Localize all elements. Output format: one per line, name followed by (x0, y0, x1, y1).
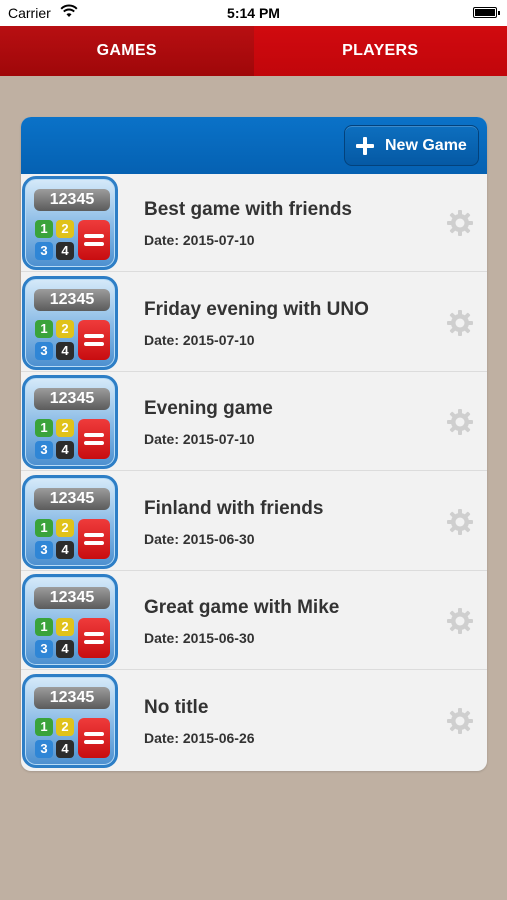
game-app-icon: 12345 1 2 3 4 (22, 574, 118, 668)
panel-header: New Game (21, 117, 487, 174)
game-date: Date: 2015-07-10 (144, 431, 255, 447)
status-bar: Carrier 5:14 PM (0, 0, 507, 26)
equals-icon (78, 518, 110, 559)
equals-icon (78, 220, 110, 260)
icon-tile-2: 2 (56, 220, 74, 238)
icon-digits: 12345 (34, 288, 110, 311)
game-row[interactable]: 12345 1 2 3 4 Best game with friends Date: 201… (21, 174, 487, 272)
gear-icon[interactable] (446, 209, 474, 237)
tab-games[interactable]: GAMES (0, 26, 254, 76)
icon-tile-2: 2 (56, 319, 74, 338)
game-date: Date: 2015-06-30 (144, 630, 255, 646)
game-row[interactable]: 12345 1 2 3 4 Evening game Date: 2015-07-10 (21, 373, 487, 471)
new-game-label: New Game (385, 136, 467, 154)
icon-tile-4: 4 (56, 441, 74, 459)
game-date: Date: 2015-07-10 (144, 331, 255, 348)
tab-bar: GAMES PLAYERS (0, 26, 507, 76)
battery-icon (473, 7, 500, 18)
game-title: Best game with friends (144, 199, 352, 220)
icon-tile-1: 1 (35, 419, 53, 437)
icon-tile-1: 1 (35, 618, 53, 636)
icon-tile-2: 2 (56, 618, 74, 636)
game-app-icon: 12345 1 2 3 4 (22, 176, 118, 270)
icon-tile-3: 3 (35, 242, 53, 260)
icon-tile-1: 1 (35, 220, 53, 238)
icon-tile-4: 4 (56, 341, 74, 360)
gear-icon[interactable] (446, 309, 474, 337)
game-app-icon: 12345 1 2 3 4 (22, 673, 118, 768)
gear-icon[interactable] (446, 408, 474, 436)
game-title: Friday evening with UNO (144, 298, 369, 320)
icon-tile-1: 1 (35, 518, 53, 537)
game-date: Date: 2015-07-10 (144, 232, 255, 248)
equals-icon (78, 419, 110, 459)
icon-tile-4: 4 (56, 540, 74, 559)
status-time: 5:14 PM (227, 5, 280, 21)
tab-players[interactable]: PLAYERS (253, 26, 507, 76)
game-app-icon: 12345 1 2 3 4 (22, 474, 118, 569)
icon-tile-2: 2 (56, 717, 74, 736)
game-title: Finland with friends (144, 497, 324, 519)
icon-digits: 12345 (34, 686, 110, 709)
icon-digits: 12345 (34, 587, 110, 609)
equals-icon (78, 319, 110, 360)
icon-tile-3: 3 (35, 540, 53, 559)
game-app-icon: 12345 1 2 3 4 (22, 275, 118, 370)
icon-digits: 12345 (34, 388, 110, 410)
game-app-icon: 12345 1 2 3 4 (22, 375, 118, 469)
game-date: Date: 2015-06-26 (144, 729, 255, 746)
gear-icon[interactable] (446, 607, 474, 635)
icon-tile-4: 4 (56, 640, 74, 658)
icon-tile-1: 1 (35, 319, 53, 338)
game-row[interactable]: 12345 1 2 3 4 Friday evening with UNO Date: 20… (21, 274, 487, 372)
new-game-button[interactable]: New Game (344, 125, 479, 166)
icon-digits: 12345 (34, 487, 110, 510)
game-row[interactable]: 12345 1 2 3 4 Finland with friends Date: 2015-… (21, 473, 487, 571)
equals-icon (78, 717, 110, 758)
plus-icon (356, 136, 374, 155)
icon-digits: 12345 (34, 189, 110, 211)
games-panel: New Game 12345 1 2 3 4 Best game with friends… (21, 117, 487, 771)
gear-icon[interactable] (446, 707, 474, 735)
game-title: Great game with Mike (144, 597, 340, 618)
icon-tile-2: 2 (56, 419, 74, 437)
icon-tile-1: 1 (35, 717, 53, 736)
game-row[interactable]: 12345 1 2 3 4 No title Date: 2015-06-26 (21, 672, 487, 770)
game-row[interactable]: 12345 1 2 3 4 Great game with Mike Date: 2015-… (21, 572, 487, 670)
game-date: Date: 2015-06-30 (144, 530, 255, 547)
gear-icon[interactable] (446, 508, 474, 536)
icon-tile-3: 3 (35, 739, 53, 758)
game-title: No title (144, 696, 209, 718)
game-title: Evening game (144, 398, 273, 419)
icon-tile-4: 4 (56, 739, 74, 758)
icon-tile-3: 3 (35, 341, 53, 360)
equals-icon (78, 618, 110, 658)
icon-tile-3: 3 (35, 441, 53, 459)
icon-tile-4: 4 (56, 242, 74, 260)
icon-tile-2: 2 (56, 518, 74, 537)
icon-tile-3: 3 (35, 640, 53, 658)
